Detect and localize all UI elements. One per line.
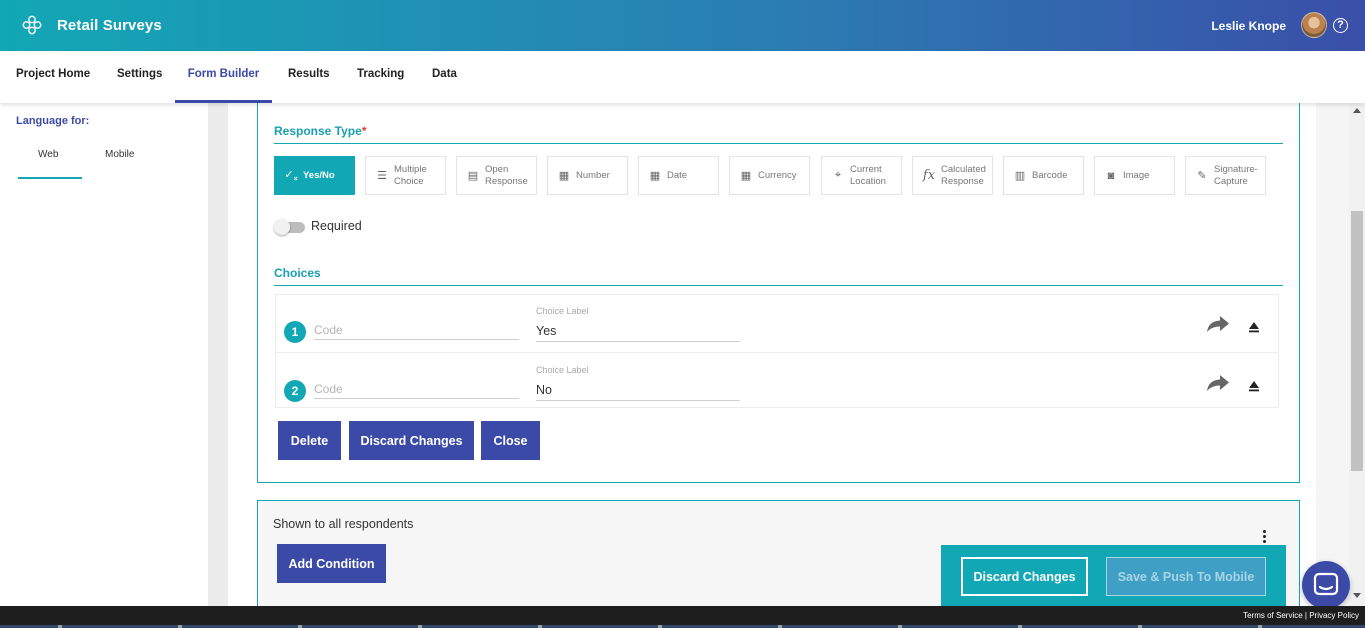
choices-title: Choices — [274, 266, 321, 280]
check-x-icon: ✓× — [284, 168, 298, 184]
response-type-label: Calculated Response — [941, 163, 986, 187]
response-type-label: Multiple Choice — [394, 163, 427, 187]
response-type-open-response[interactable]: ▤ Open Response — [456, 156, 537, 195]
chat-support-button[interactable] — [1302, 561, 1350, 609]
scroll-up-arrow-icon[interactable] — [1353, 108, 1361, 113]
discard-changes-button[interactable]: Discard Changes — [349, 421, 474, 460]
language-label: Language for: — [16, 115, 90, 127]
response-type-label: Signature-Capture — [1214, 163, 1258, 187]
more-options-icon[interactable] — [1263, 530, 1267, 544]
choice-label-input[interactable] — [536, 321, 740, 342]
avatar[interactable] — [1301, 12, 1327, 38]
response-type-calculated[interactable]: fx Calculated Response — [912, 156, 993, 195]
choice-code-input[interactable] — [314, 379, 519, 399]
scroll-down-arrow-icon[interactable] — [1353, 593, 1361, 598]
response-type-barcode[interactable]: ▥ Barcode — [1003, 156, 1084, 195]
add-condition-button[interactable]: Add Condition — [277, 544, 386, 583]
response-type-multiple-choice[interactable]: ☰ Multiple Choice — [365, 156, 446, 195]
choice-row: 1 Choice Label — [276, 295, 1278, 352]
currency-grid-icon: ▦ — [740, 170, 752, 182]
choices-list: 1 Choice Label 2 Choice Label — [275, 294, 1279, 408]
response-type-label: Barcode — [1032, 169, 1068, 181]
response-type-label: Currency — [758, 169, 797, 181]
condition-summary: Shown to all respondents — [273, 517, 414, 531]
toggle-knob — [274, 219, 290, 235]
number-grid-icon: ▦ — [558, 170, 570, 182]
question-editor: Response Type* ✓× Yes/No ☰ Multiple Choi… — [257, 103, 1300, 483]
help-icon[interactable]: ? — [1333, 18, 1348, 33]
response-type-signature[interactable]: ✎ Signature-Capture — [1185, 156, 1266, 195]
tab-results[interactable]: Results — [288, 51, 330, 103]
required-toggle[interactable] — [274, 219, 305, 235]
required-label: Required — [311, 219, 362, 233]
section-divider — [274, 285, 1283, 286]
response-type-label: Date — [667, 169, 688, 181]
save-push-mobile-button[interactable]: Save & Push To Mobile — [1106, 557, 1266, 596]
main-nav: Project Home Settings Form Builder Resul… — [0, 51, 1365, 103]
response-type-title: Response Type* — [274, 124, 367, 138]
terms-link[interactable]: Terms of Service — [1243, 611, 1303, 620]
language-tab-mobile[interactable]: Mobile — [105, 149, 134, 160]
choice-row: 2 Choice Label — [276, 352, 1278, 409]
user-name[interactable]: Leslie Knope — [1211, 19, 1286, 33]
response-type-current-location[interactable]: ⌖ Current Location — [821, 156, 902, 195]
footer-links: Terms of Service | Privacy Policy — [1243, 611, 1359, 620]
choice-number: 2 — [284, 380, 306, 402]
tab-settings[interactable]: Settings — [117, 51, 162, 103]
required-mark: * — [361, 124, 367, 138]
discard-all-changes-button[interactable]: Discard Changes — [961, 557, 1088, 596]
share-icon[interactable] — [1205, 373, 1231, 393]
choice-label-caption: Choice Label — [536, 365, 589, 375]
privacy-link[interactable]: Privacy Policy — [1309, 611, 1359, 620]
tab-data[interactable]: Data — [432, 51, 457, 103]
chat-icon — [1313, 572, 1339, 596]
choice-number: 1 — [284, 321, 306, 343]
camera-icon: ◙ — [1107, 169, 1115, 182]
gutter — [208, 103, 228, 606]
response-type-label: Open Response — [485, 163, 528, 187]
choice-label-input[interactable] — [536, 380, 740, 401]
barcode-icon: ▥ — [1014, 170, 1026, 182]
footer: Terms of Service | Privacy Policy — [0, 606, 1365, 628]
response-type-number[interactable]: ▦ Number — [547, 156, 628, 195]
choice-label-caption: Choice Label — [536, 306, 589, 316]
scrollbar-thumb[interactable] — [1351, 211, 1363, 471]
response-type-label: Number — [576, 169, 610, 181]
save-action-bar: Discard Changes Save & Push To Mobile — [941, 545, 1286, 606]
response-type-label: Image — [1123, 169, 1150, 181]
language-sidebar: Language for: Web Mobile — [0, 103, 208, 606]
text-box-icon: ▤ — [467, 170, 479, 182]
top-bar: Retail Surveys Leslie Knope ? — [0, 0, 1365, 51]
delete-button[interactable]: Delete — [278, 421, 341, 460]
response-type-currency[interactable]: ▦ Currency — [729, 156, 810, 195]
pen-icon: ✎ — [1197, 170, 1207, 182]
response-type-yes-no[interactable]: ✓× Yes/No — [274, 156, 355, 195]
choice-code-input[interactable] — [314, 320, 519, 340]
response-type-label: Yes/No — [303, 169, 335, 181]
section-divider — [274, 143, 1283, 144]
function-icon: fx — [922, 168, 936, 183]
app-title[interactable]: Retail Surveys — [57, 17, 162, 34]
share-icon[interactable] — [1205, 314, 1231, 334]
response-type-image[interactable]: ◙ Image — [1094, 156, 1175, 195]
calendar-icon: ▦ — [649, 170, 661, 182]
app-logo-icon[interactable] — [22, 15, 42, 35]
tab-form-builder[interactable]: Form Builder — [175, 51, 272, 103]
eject-icon[interactable] — [1248, 380, 1260, 392]
eject-icon[interactable] — [1248, 321, 1260, 333]
close-button[interactable]: Close — [481, 421, 540, 460]
tab-project-home[interactable]: Project Home — [16, 51, 90, 103]
response-type-date[interactable]: ▦ Date — [638, 156, 719, 195]
active-tab-indicator — [18, 177, 82, 179]
list-icon: ☰ — [377, 170, 387, 182]
tab-tracking[interactable]: Tracking — [357, 51, 404, 103]
location-pin-icon: ⌖ — [834, 169, 842, 181]
page-scrollbar[interactable] — [1349, 103, 1365, 606]
language-tab-web[interactable]: Web — [38, 149, 58, 160]
response-type-label: Current Location — [850, 163, 886, 187]
